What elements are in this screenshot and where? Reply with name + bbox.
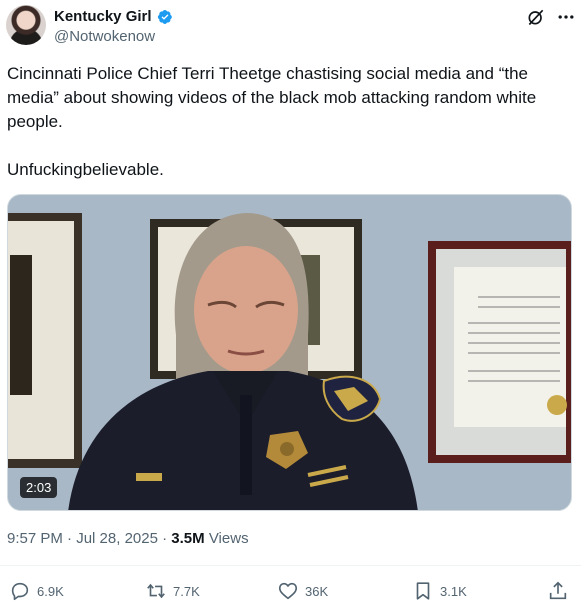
tweet-time[interactable]: 9:57 PM [7,530,63,547]
more-options-icon[interactable] [556,7,576,27]
bookmark-icon [416,582,430,600]
share-button[interactable] [547,578,569,604]
bookmark-count: 3.1K [440,583,467,599]
tweet-header: Kentucky Girl @Notwokenow [0,0,581,56]
video-thumbnail [8,195,571,510]
views-count: 3.5M [171,530,205,547]
verified-badge-icon [157,9,172,24]
meta-separator: · [62,530,77,547]
repost-icon [147,583,165,599]
like-count: 36K [305,583,329,599]
video-duration: 2:03 [20,477,58,498]
views-label: Views [204,530,249,547]
divider [0,565,581,566]
reply-count: 6.9K [37,583,64,599]
author-avatar[interactable] [6,5,46,45]
video-player[interactable]: 2:03 [7,194,572,511]
like-button[interactable]: 36K [277,578,328,604]
meta-separator: · [157,530,172,547]
author-handle[interactable]: @Notwokenow [54,28,155,45]
reply-button[interactable]: 6.9K [9,578,64,604]
tweet-paragraph: Unfuckingbelievable. [7,160,164,179]
grok-icon[interactable] [526,7,546,27]
tweet-text: Cincinnati Police Chief Terri Theetge ch… [7,62,567,206]
share-icon [549,581,567,600]
tweet-paragraph: Cincinnati Police Chief Terri Theetge ch… [7,64,537,131]
heart-icon [278,582,298,600]
repost-count: 7.7K [173,583,200,599]
tweet-meta: 9:57 PM · Jul 28, 2025 · 3.5M Views [7,530,249,547]
author-name[interactable]: Kentucky Girl [54,8,152,25]
author-name-row: Kentucky Girl [54,8,173,25]
tweet-date[interactable]: Jul 28, 2025 [76,530,158,547]
bookmark-button[interactable]: 3.1K [412,578,467,604]
repost-button[interactable]: 7.7K [145,578,200,604]
reply-icon [11,582,29,601]
action-bar: 6.9K 7.7K 36K 3.1K [7,578,577,606]
